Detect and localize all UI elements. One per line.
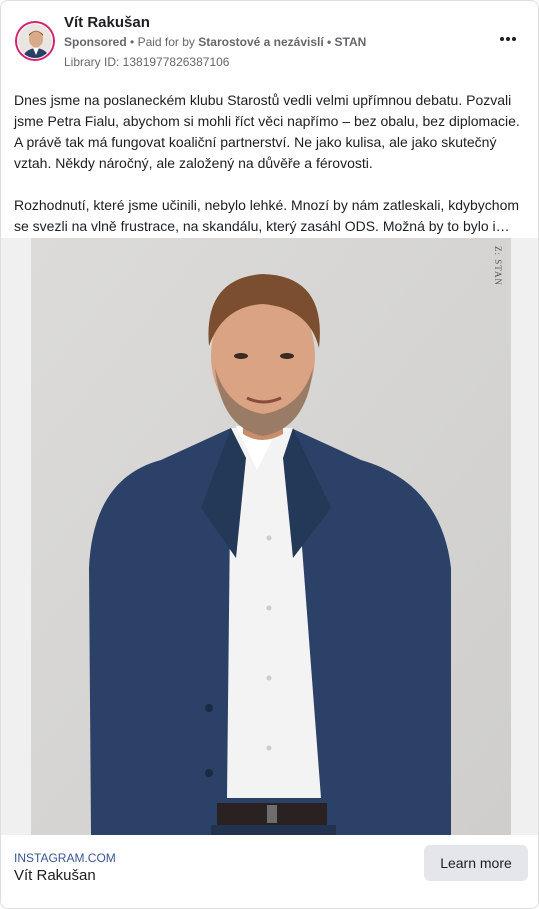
link-footer[interactable]: INSTAGRAM.COM Vít Rakušan Learn more	[1, 835, 538, 908]
link-domain[interactable]: INSTAGRAM.COM	[14, 851, 116, 865]
post-header: Vít Rakušan Sponsored • Paid for by Star…	[13, 13, 526, 73]
body-paragraph-1: Dnes jsme na poslaneckém klubu Starostů …	[14, 92, 520, 171]
portrait-photo[interactable]: Z: STAN	[31, 238, 511, 835]
ad-card: Vít Rakušan Sponsored • Paid for by Star…	[0, 0, 539, 909]
more-options-button[interactable]	[496, 31, 520, 47]
sponsored-label: Sponsored	[64, 35, 127, 49]
man-in-suit-image	[31, 238, 511, 835]
avatar[interactable]	[15, 21, 55, 61]
library-id: Library ID: 1381977826387106	[64, 55, 230, 69]
photo-watermark: Z: STAN	[493, 246, 503, 287]
body-paragraph-2: Rozhodnutí, které jsme učinili, nebylo l…	[14, 197, 520, 234]
learn-more-button[interactable]: Learn more	[424, 845, 528, 881]
paid-for-by[interactable]: Starostové a nezávislí • STAN	[198, 35, 366, 49]
avatar-portrait-icon	[18, 24, 52, 58]
media-container[interactable]: Z: STAN	[1, 238, 538, 835]
more-horizontal-icon	[499, 37, 517, 41]
meta-separator: •	[130, 35, 138, 49]
paid-for-prefix: Paid for by	[137, 35, 195, 49]
author-name[interactable]: Vít Rakušan	[64, 14, 150, 31]
link-title[interactable]: Vít Rakušan	[14, 867, 96, 884]
sponsored-meta: Sponsored • Paid for by Starostové a nez…	[64, 35, 366, 49]
post-body: Dnes jsme na poslaneckém klubu Starostů …	[14, 90, 524, 237]
